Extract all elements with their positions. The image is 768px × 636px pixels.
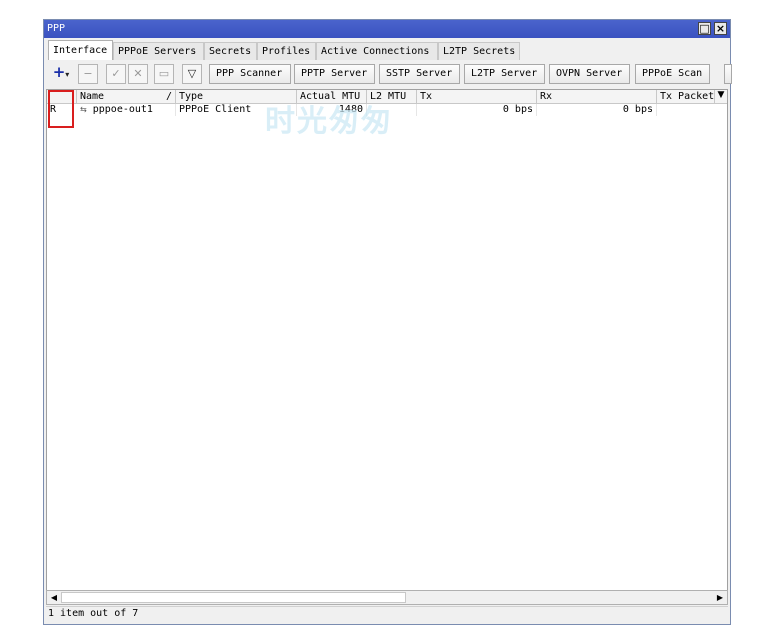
horizontal-scrollbar[interactable]: ◀ ▶ xyxy=(46,590,728,605)
row-tx-packet xyxy=(657,104,727,116)
ovpn-server-button[interactable]: OVPN Server xyxy=(549,64,630,84)
column-tx-packet[interactable]: Tx Packet xyxy=(657,90,715,103)
disable-icon[interactable]: ✕ xyxy=(128,64,148,84)
status-bar: 1 item out of 7 xyxy=(46,606,728,623)
column-tx[interactable]: Tx xyxy=(417,90,537,103)
maximize-icon[interactable]: □ xyxy=(698,22,711,35)
scroll-left-icon[interactable]: ◀ xyxy=(48,592,60,603)
close-icon[interactable]: × xyxy=(714,22,727,35)
sort-indicator: / xyxy=(165,91,172,102)
tab-profiles[interactable]: Profiles xyxy=(257,42,316,60)
column-rx[interactable]: Rx xyxy=(537,90,657,103)
scrollbar-thumb[interactable] xyxy=(61,592,406,603)
row-name-label: pppoe-out1 xyxy=(92,104,153,115)
pppoe-scan-button[interactable]: PPPoE Scan xyxy=(635,64,710,84)
ppp-interface-icon: ⇆ xyxy=(80,105,87,114)
enable-icon[interactable]: ✓ xyxy=(106,64,126,84)
remove-icon[interactable]: − xyxy=(78,64,98,84)
row-rx: 0 bps xyxy=(537,104,657,116)
tab-l2tp-secrets[interactable]: L2TP Secrets xyxy=(438,42,520,60)
column-name[interactable]: Name / xyxy=(77,90,176,103)
row-name: ⇆ pppoe-out1 xyxy=(77,104,176,116)
window-title: PPP xyxy=(47,23,66,34)
column-menu-icon[interactable]: ▼ xyxy=(715,90,727,103)
sstp-server-button[interactable]: SSTP Server xyxy=(379,64,460,84)
l2tp-server-button[interactable]: L2TP Server xyxy=(464,64,545,84)
column-name-label: Name xyxy=(80,91,105,102)
ppp-window: PPP □ × Interface PPPoE Servers Secrets … xyxy=(43,19,732,625)
watermark: 时光匆匆 xyxy=(265,104,393,139)
filter-icon[interactable]: ▽ xyxy=(182,64,202,84)
tab-active-connections[interactable]: Active Connections xyxy=(316,42,438,60)
comment-icon[interactable]: ▭ xyxy=(154,64,174,84)
tab-interface[interactable]: Interface xyxy=(48,40,113,60)
tab-secrets[interactable]: Secrets xyxy=(204,42,257,60)
scroll-right-icon[interactable]: ▶ xyxy=(714,592,726,603)
tab-pppoe-servers[interactable]: PPPoE Servers xyxy=(113,42,204,60)
ppp-scanner-button[interactable]: PPP Scanner xyxy=(209,64,291,84)
add-icon[interactable]: +▾ xyxy=(48,64,74,84)
flag-highlight-box xyxy=(48,90,74,128)
pptp-server-button[interactable]: PPTP Server xyxy=(294,64,375,84)
overflow-button[interactable] xyxy=(724,64,732,84)
row-tx: 0 bps xyxy=(417,104,537,116)
title-bar[interactable]: PPP □ × xyxy=(44,20,730,38)
interface-table[interactable]: Name / Type Actual MTU L2 MTU Tx Rx Tx P… xyxy=(46,89,728,592)
